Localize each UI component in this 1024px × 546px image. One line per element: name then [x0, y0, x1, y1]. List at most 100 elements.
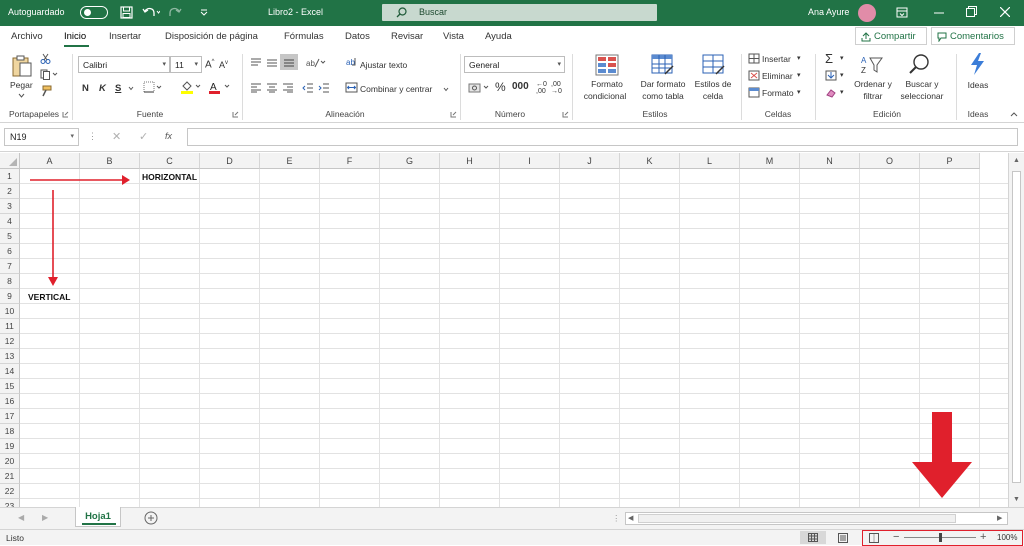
find-select-label-1[interactable]: Buscar y — [892, 78, 952, 90]
search-box[interactable]: Buscar — [382, 4, 657, 21]
confirm-entry-icon[interactable]: ✓ — [139, 130, 148, 143]
row-header-9[interactable]: 9 — [0, 289, 20, 304]
column-header-p[interactable]: P — [920, 153, 980, 169]
row-header-15[interactable]: 15 — [0, 379, 20, 394]
page-layout-icon[interactable] — [838, 533, 848, 543]
dialog-launcher-icon[interactable] — [62, 111, 69, 118]
tab-ayuda[interactable]: Ayuda — [485, 31, 512, 42]
tab-inicio[interactable]: Inicio — [64, 31, 86, 42]
merge-dropdown-icon[interactable] — [443, 87, 449, 92]
wrap-text-label[interactable]: Ajustar texto — [360, 60, 407, 70]
insert-cells-label[interactable]: Insertar — [762, 54, 791, 64]
cell-styles-label-2[interactable]: celda — [690, 90, 736, 102]
save-icon[interactable] — [120, 6, 133, 19]
sort-filter-label-1[interactable]: Ordenar y — [848, 78, 898, 90]
underline-dropdown-icon[interactable] — [128, 86, 134, 91]
cell-c1-text[interactable]: HORIZONTAL — [142, 172, 197, 182]
tab-disposicion[interactable]: Disposición de página — [165, 31, 258, 42]
column-header-i[interactable]: I — [500, 153, 560, 169]
autosave-toggle[interactable] — [80, 6, 108, 19]
column-header-a[interactable]: A — [20, 153, 80, 169]
grow-font-icon[interactable]: A^ — [205, 59, 215, 70]
conditional-format-label-1[interactable]: Formato — [579, 78, 635, 90]
undo-icon[interactable] — [142, 6, 160, 19]
ideas-icon[interactable] — [967, 52, 987, 76]
ribbon-display-icon[interactable] — [896, 7, 908, 18]
select-all-corner[interactable] — [0, 153, 20, 169]
dialog-launcher-icon[interactable] — [562, 111, 569, 118]
align-middle-icon[interactable] — [266, 58, 278, 68]
column-header-m[interactable]: M — [740, 153, 800, 169]
column-header-b[interactable]: B — [80, 153, 140, 169]
row-header-3[interactable]: 3 — [0, 199, 20, 214]
row-header-22[interactable]: 22 — [0, 484, 20, 499]
column-header-d[interactable]: D — [200, 153, 260, 169]
row-header-5[interactable]: 5 — [0, 229, 20, 244]
number-format-combo[interactable]: General ▾ — [464, 56, 565, 73]
increase-decimal-icon[interactable]: ←0,00 — [536, 81, 547, 95]
close-icon[interactable] — [1000, 7, 1010, 17]
prev-sheet-icon[interactable]: ◀ — [18, 513, 24, 522]
conditional-format-label-2[interactable]: condicional — [574, 90, 636, 102]
find-select-label-2[interactable]: seleccionar — [892, 90, 952, 102]
row-header-23[interactable]: 23 — [0, 499, 20, 507]
sort-filter-label-2[interactable]: filtrar — [848, 90, 898, 102]
scroll-left-icon[interactable]: ◀ — [628, 514, 633, 522]
cell-styles-label-1[interactable]: Estilos de — [690, 78, 736, 90]
chevron-down-icon[interactable]: ▾ — [797, 71, 801, 79]
zoom-out-icon[interactable]: − — [893, 531, 899, 543]
zoom-slider-thumb[interactable] — [939, 533, 942, 542]
row-header-2[interactable]: 2 — [0, 184, 20, 199]
row-header-17[interactable]: 17 — [0, 409, 20, 424]
fill-icon[interactable] — [825, 70, 837, 81]
wrap-text-icon[interactable]: ab — [346, 56, 358, 68]
horizontal-scrollbar[interactable]: ◀ ▶ — [625, 512, 1008, 525]
paste-label[interactable]: Pegar — [10, 79, 33, 91]
page-break-preview-icon[interactable] — [869, 533, 879, 543]
fill-color-icon[interactable] — [180, 80, 202, 94]
column-header-n[interactable]: N — [800, 153, 860, 169]
comma-style-icon[interactable]: 000 — [512, 81, 529, 92]
paste-dropdown-icon[interactable] — [18, 93, 25, 98]
chevron-down-icon[interactable]: ▾ — [840, 71, 844, 79]
insert-cells-icon[interactable] — [748, 53, 760, 64]
row-header-12[interactable]: 12 — [0, 334, 20, 349]
italic-button[interactable]: K — [99, 83, 106, 94]
tab-revisar[interactable]: Revisar — [391, 31, 423, 42]
tab-datos[interactable]: Datos — [345, 31, 370, 42]
tab-formulas[interactable]: Fórmulas — [284, 31, 324, 42]
format-painter-icon[interactable] — [40, 85, 52, 97]
merge-center-icon[interactable] — [345, 82, 358, 93]
collapse-ribbon-icon[interactable] — [1010, 111, 1018, 117]
tab-archivo[interactable]: Archivo — [11, 31, 43, 42]
copy-icon[interactable] — [40, 69, 58, 80]
align-right-icon[interactable] — [282, 83, 294, 93]
normal-view-button[interactable] — [800, 531, 826, 544]
row-header-21[interactable]: 21 — [0, 469, 20, 484]
decrease-indent-icon[interactable] — [302, 83, 314, 93]
chevron-down-icon[interactable]: ▾ — [797, 54, 801, 62]
redo-icon[interactable] — [168, 6, 186, 19]
align-bottom-icon[interactable] — [280, 54, 298, 70]
column-header-k[interactable]: K — [620, 153, 680, 169]
cell-styles-icon[interactable] — [702, 54, 726, 76]
column-header-c[interactable]: C — [140, 153, 200, 169]
cell-a9-text[interactable]: VERTICAL — [28, 292, 71, 302]
column-header-l[interactable]: L — [680, 153, 740, 169]
scroll-right-icon[interactable]: ▶ — [997, 514, 1002, 522]
column-header-e[interactable]: E — [260, 153, 320, 169]
sort-filter-icon[interactable]: AZ — [860, 54, 884, 76]
autosum-icon[interactable]: Σ — [825, 51, 833, 66]
column-header-h[interactable]: H — [440, 153, 500, 169]
tab-insertar[interactable]: Insertar — [109, 31, 141, 42]
increase-indent-icon[interactable] — [318, 83, 330, 93]
accounting-format-icon[interactable] — [468, 82, 492, 94]
table-format-label-1[interactable]: Dar formato — [636, 78, 690, 90]
percent-icon[interactable]: % — [495, 80, 506, 94]
clear-icon[interactable] — [825, 87, 837, 98]
dialog-launcher-icon[interactable] — [450, 111, 457, 118]
row-header-20[interactable]: 20 — [0, 454, 20, 469]
conditional-format-icon[interactable] — [595, 54, 619, 76]
zoom-in-icon[interactable]: + — [980, 531, 986, 543]
vertical-scrollbar[interactable]: ▲ ▼ — [1008, 153, 1024, 507]
